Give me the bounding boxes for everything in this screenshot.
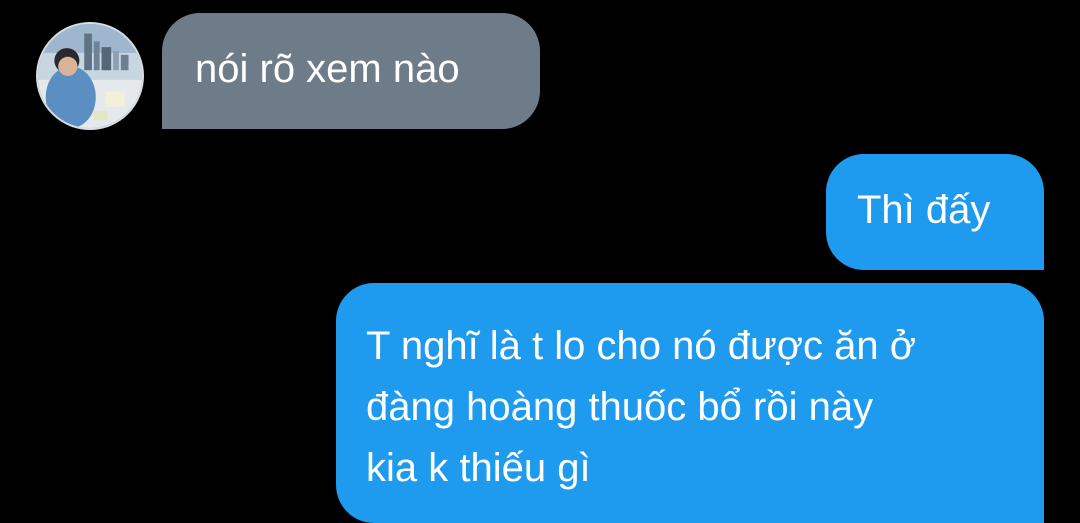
message-text: Thì đấy [857,188,991,232]
incoming-message-bubble[interactable]: nói rõ xem nào [162,13,540,129]
message-text: nói rõ xem nào [195,47,460,91]
contact-avatar[interactable] [36,22,144,130]
message-text-line: kia k thiếu gì [366,446,591,490]
message-text-line: đàng hoàng thuốc bổ rồi này [366,385,874,429]
outgoing-message-bubble[interactable]: Thì đấy [826,154,1044,270]
message-text-line: T nghĩ là t lo cho nó được ăn ở [366,324,916,368]
profile-photo-image [38,24,142,128]
outgoing-message-bubble[interactable]: T nghĩ là t lo cho nó được ăn ở đàng hoà… [336,283,1044,523]
